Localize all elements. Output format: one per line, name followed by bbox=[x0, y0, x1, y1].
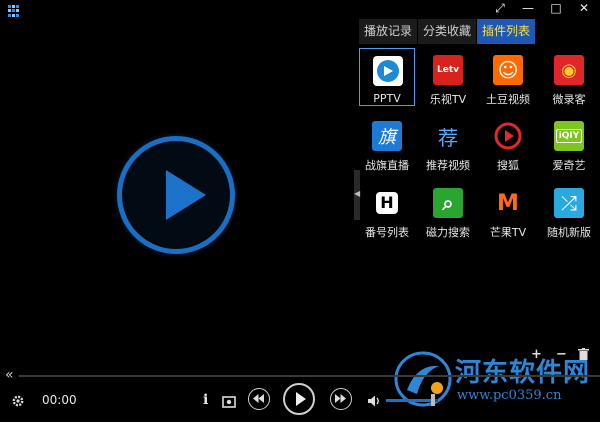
current-time: 00:00 bbox=[42, 393, 77, 407]
sohu-icon bbox=[493, 121, 523, 151]
iqiyi-icon: iQIY bbox=[554, 121, 584, 151]
pptv-icon bbox=[373, 56, 403, 86]
plugin-label: 搜狐 bbox=[497, 159, 519, 172]
plugin-zhanqi[interactable]: 旗 战旗直播 bbox=[359, 114, 415, 172]
panel-tabs: 播放记录 分类收藏 插件列表 bbox=[359, 19, 537, 44]
volume-slider-knob[interactable] bbox=[431, 394, 435, 406]
expand-playlist-icon[interactable]: « bbox=[5, 367, 14, 383]
seek-bar[interactable] bbox=[19, 375, 600, 377]
watermark-name: 河东软件网 bbox=[455, 358, 591, 388]
panel-collapse-handle[interactable]: ◀ bbox=[354, 170, 360, 220]
plugin-panel: 播放记录 分类收藏 插件列表 PPTV Letv 乐视TV ☺ 土豆视频 ◉ 微… bbox=[359, 19, 600, 259]
fullscreen-toggle-icon[interactable]: ⤢ bbox=[488, 0, 512, 16]
plugin-label: 推荐视频 bbox=[426, 159, 470, 172]
plugin-label: PPTV bbox=[373, 92, 401, 105]
plugin-label: 微录客 bbox=[552, 93, 586, 106]
fast-forward-button[interactable] bbox=[330, 388, 352, 410]
plugin-label: 番号列表 bbox=[365, 226, 409, 239]
weilu-icon: ◉ bbox=[554, 55, 584, 85]
plugin-letv[interactable]: Letv 乐视TV bbox=[420, 48, 476, 106]
plugin-label: 磁力搜索 bbox=[426, 226, 470, 239]
screenshot-camera-icon[interactable] bbox=[222, 393, 236, 412]
chevron-left-icon: ◀ bbox=[354, 189, 361, 198]
plugin-label: 乐视TV bbox=[429, 93, 467, 106]
magnet-search-icon: ⌕ bbox=[433, 188, 463, 218]
fanhao-icon: H bbox=[372, 188, 402, 218]
fast-forward-icon bbox=[335, 394, 346, 403]
plugin-magnet-search[interactable]: ⌕ 磁力搜索 bbox=[420, 181, 476, 239]
tudou-icon: ☺ bbox=[493, 55, 523, 85]
plugin-label: 爱奇艺 bbox=[552, 159, 586, 172]
plugin-random[interactable]: ⤮ 随机新版 bbox=[541, 181, 597, 239]
plugin-label: 随机新版 bbox=[547, 226, 591, 239]
close-icon[interactable]: ✕ bbox=[572, 0, 596, 16]
random-icon: ⤮ bbox=[554, 188, 584, 218]
plugin-pptv[interactable]: PPTV bbox=[359, 48, 415, 106]
mango-tv-icon: M bbox=[493, 188, 523, 218]
minimize-icon[interactable]: — bbox=[516, 0, 540, 16]
play-small-icon bbox=[296, 392, 306, 406]
rewind-button[interactable] bbox=[248, 388, 270, 410]
watermark-url: www.pc0359.cn bbox=[457, 388, 562, 403]
maximize-icon[interactable]: □ bbox=[544, 0, 568, 16]
recommend-icon: 荐 bbox=[433, 121, 463, 151]
plugin-label: 土豆视频 bbox=[486, 93, 530, 106]
plugin-fanhao[interactable]: H 番号列表 bbox=[359, 181, 415, 239]
big-play-button[interactable] bbox=[117, 136, 235, 254]
tab-category-favorites[interactable]: 分类收藏 bbox=[418, 19, 478, 44]
plugin-tudou[interactable]: ☺ 土豆视频 bbox=[480, 48, 536, 106]
tab-plugin-list[interactable]: 插件列表 bbox=[477, 19, 537, 44]
plugin-label: 战旗直播 bbox=[365, 159, 409, 172]
settings-gear-icon[interactable] bbox=[11, 393, 25, 412]
app-logo-icon bbox=[8, 5, 20, 17]
plugin-recommend[interactable]: 荐 推荐视频 bbox=[420, 114, 476, 172]
plugin-mango-tv[interactable]: M 芒果TV bbox=[480, 181, 536, 239]
volume-icon[interactable] bbox=[367, 393, 383, 412]
rewind-icon bbox=[253, 394, 264, 403]
plugin-weilu[interactable]: ◉ 微录客 bbox=[541, 48, 597, 106]
play-icon bbox=[166, 170, 206, 220]
plugin-iqiyi[interactable]: iQIY 爱奇艺 bbox=[541, 114, 597, 172]
play-button[interactable] bbox=[283, 383, 315, 415]
info-icon[interactable]: i bbox=[203, 392, 208, 408]
zhanqi-icon: 旗 bbox=[372, 121, 402, 151]
tab-play-history[interactable]: 播放记录 bbox=[359, 19, 419, 44]
watermark: 河东软件网 www.pc0359.cn bbox=[393, 350, 600, 412]
plugin-label: 芒果TV bbox=[489, 226, 527, 239]
plugin-sohu[interactable]: 搜狐 bbox=[480, 114, 536, 172]
letv-icon: Letv bbox=[433, 55, 463, 85]
